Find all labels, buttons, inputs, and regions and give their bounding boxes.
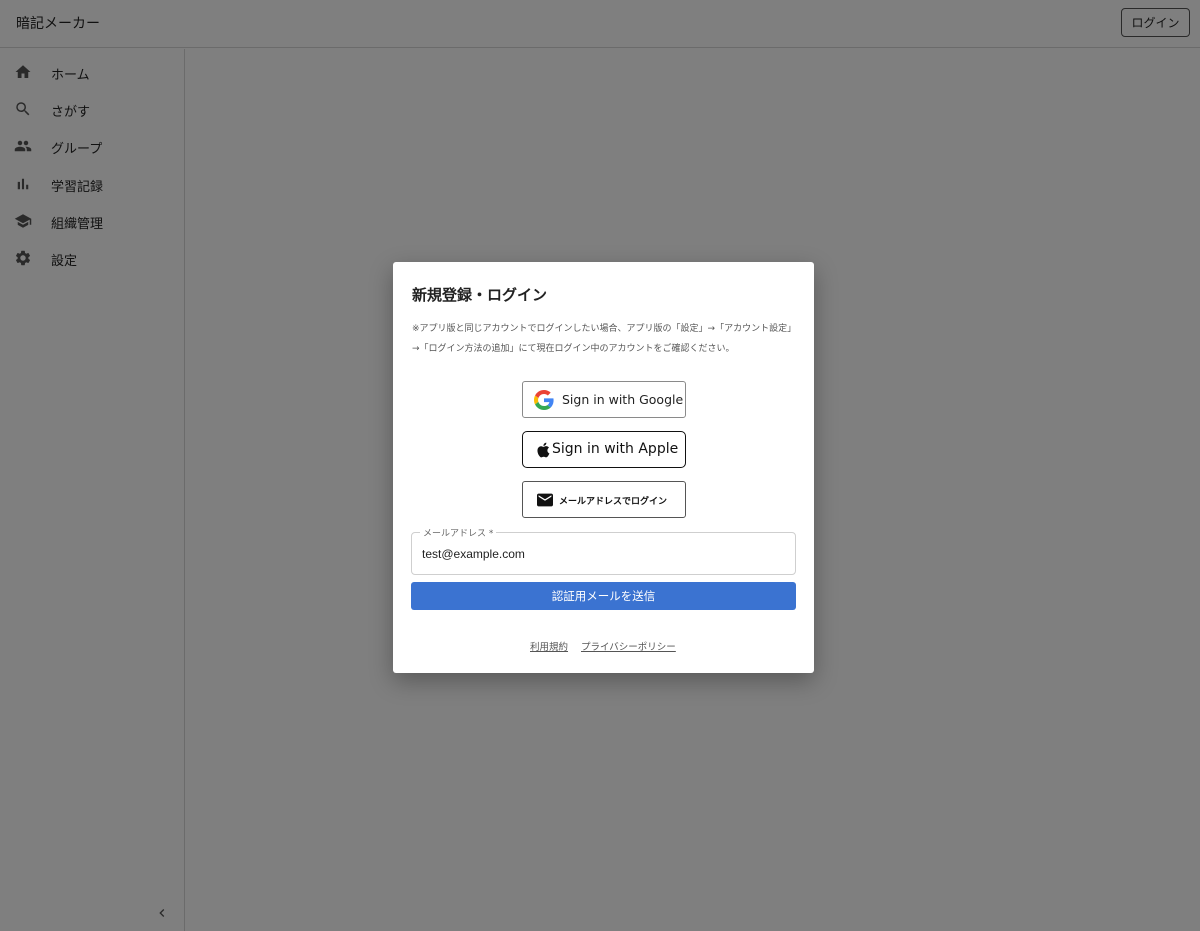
dialog-note: ※アプリ版と同じアカウントでログインしたい場合、アプリ版の「設定」→「アカウント… [412, 324, 797, 354]
email-field-label: メールアドレス * [420, 526, 497, 539]
email-login-button[interactable]: メールアドレスでログイン [522, 481, 686, 518]
mail-icon [537, 493, 553, 507]
google-sign-in-button[interactable]: Sign in with Google [522, 381, 686, 418]
terms-link[interactable]: 利用規約 [530, 639, 568, 653]
dialog-title: 新規登録・ログイン [412, 286, 548, 304]
email-login-label: メールアドレスでログイン [559, 497, 668, 507]
login-dialog: 新規登録・ログイン ※アプリ版と同じアカウントでログインしたい場合、アプリ版の「… [393, 262, 814, 673]
send-verification-email-button[interactable]: 認証用メールを送信 [411, 582, 796, 610]
apple-sign-in-button[interactable]: Sign in with Apple [522, 431, 686, 468]
apple-sign-in-label: Sign in with Apple [552, 441, 679, 457]
google-logo-icon [534, 390, 554, 410]
google-sign-in-label: Sign in with Google [562, 392, 684, 407]
apple-logo-icon [537, 442, 550, 458]
email-input[interactable] [422, 545, 782, 563]
privacy-policy-link[interactable]: プライバシーポリシー [581, 639, 676, 653]
email-field[interactable]: メールアドレス * [411, 526, 796, 575]
